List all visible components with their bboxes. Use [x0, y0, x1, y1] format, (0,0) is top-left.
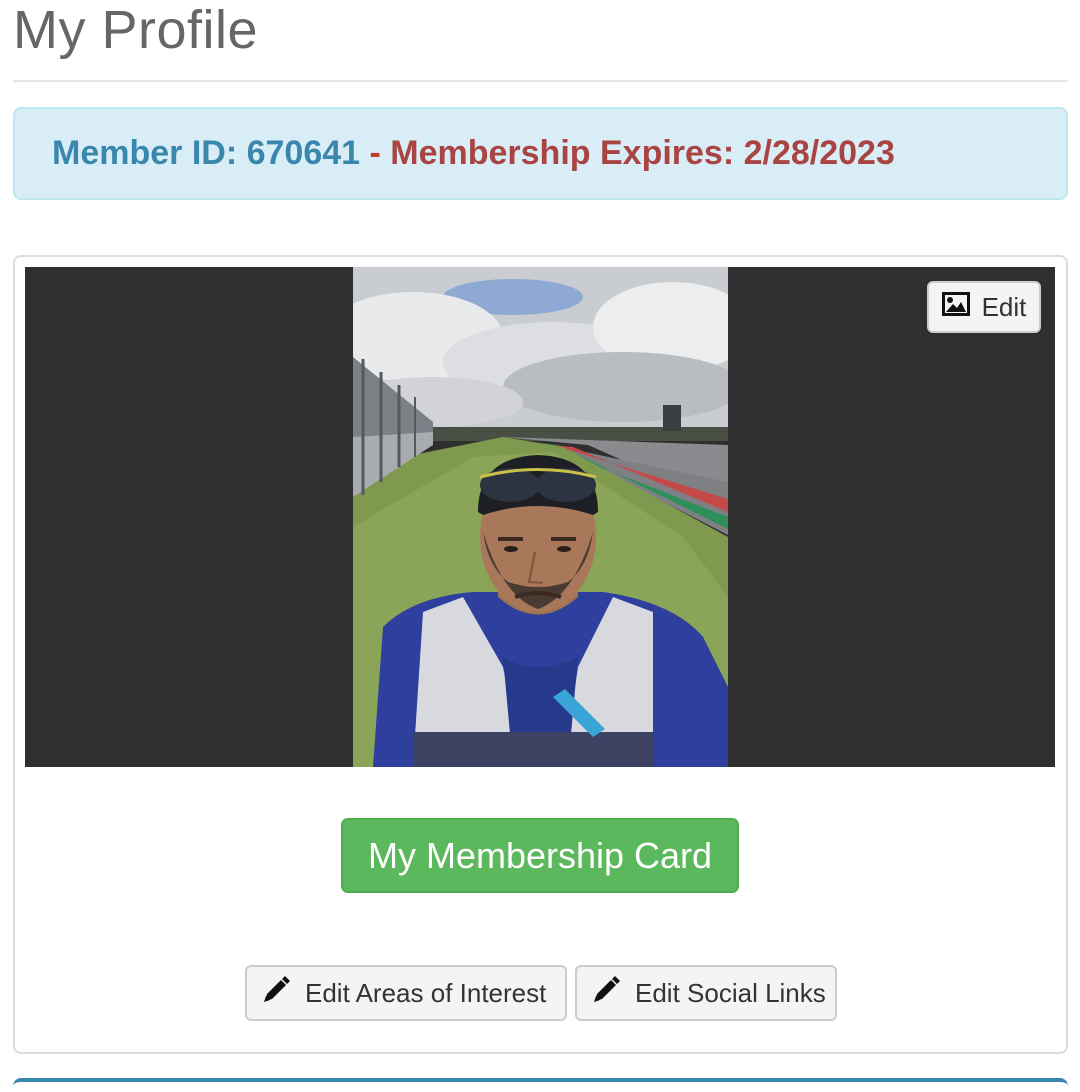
edit-social-links-label: Edit Social Links [635, 977, 826, 1008]
membership-info-alert: Member ID: 670641 - Membership Expires: … [13, 107, 1068, 200]
membership-expiration: Membership Expires: 2/28/2023 [390, 134, 895, 172]
profile-panel: Edit My Membership Card Edit Areas of In… [13, 255, 1068, 1054]
profile-photo [353, 267, 728, 767]
edit-photo-label: Edit [981, 291, 1027, 322]
edit-areas-of-interest-label: Edit Areas of Interest [305, 977, 547, 1008]
edit-social-links-button[interactable]: Edit Social Links [575, 965, 837, 1021]
member-id: Member ID: 670641 [52, 134, 361, 172]
profile-photo-stage: Edit [25, 267, 1055, 767]
membership-info-text: Member ID: 670641 - Membership Expires: … [52, 133, 895, 173]
pencil-icon [591, 975, 621, 1012]
next-panel-edge [13, 1078, 1068, 1092]
title-divider [13, 80, 1068, 82]
my-membership-card-button[interactable]: My Membership Card [341, 818, 739, 893]
membership-separator: - [360, 134, 391, 172]
image-icon [941, 291, 970, 323]
edit-photo-button[interactable]: Edit [927, 281, 1041, 333]
edit-areas-of-interest-button[interactable]: Edit Areas of Interest [245, 965, 567, 1021]
page-title: My Profile [13, 0, 259, 60]
pencil-icon [261, 975, 291, 1012]
